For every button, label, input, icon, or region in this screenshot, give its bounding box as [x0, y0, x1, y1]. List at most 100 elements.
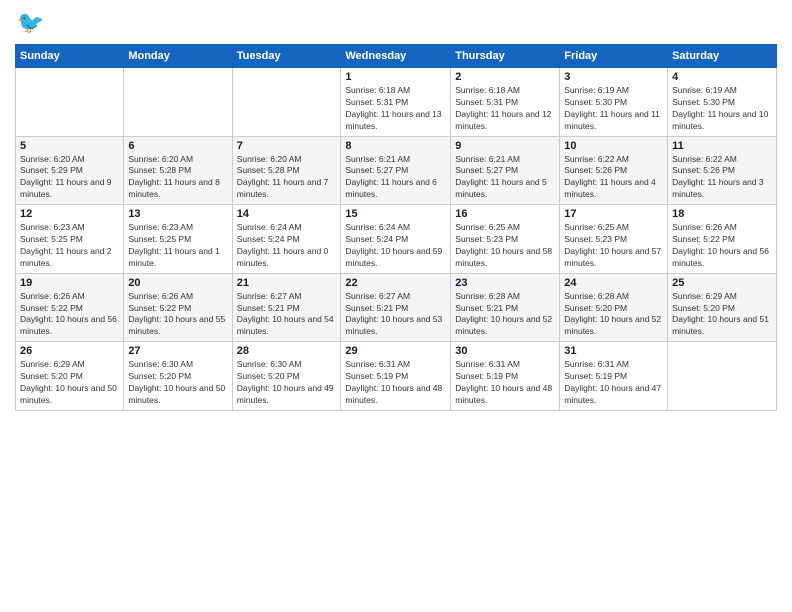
day-number: 1 — [345, 71, 446, 83]
calendar-cell — [124, 68, 232, 137]
calendar-cell: 21 Sunrise: 6:27 AM Sunset: 5:21 PM Dayli… — [232, 273, 341, 342]
day-number: 26 — [20, 345, 119, 357]
day-number: 14 — [237, 208, 337, 220]
day-info: Sunrise: 6:24 AM Sunset: 5:24 PM Dayligh… — [237, 222, 337, 270]
calendar-cell: 4Sunrise: 6:19 AM Sunset: 5:30 PM Daylig… — [668, 68, 777, 137]
calendar-cell: 9Sunrise: 6:21 AM Sunset: 5:27 PM Daylig… — [451, 136, 560, 205]
day-number: 13 — [128, 208, 227, 220]
day-number: 21 — [237, 277, 337, 289]
calendar-cell: 2 Sunrise: 6:18 AM Sunset: 5:31 PM Daylig… — [451, 68, 560, 137]
calendar-table: SundayMondayTuesdayWednesdayThursdayFrid… — [15, 44, 777, 411]
calendar-cell: 11 Sunrise: 6:22 AM Sunset: 5:26 PM Dayli… — [668, 136, 777, 205]
day-info: Sunrise: 6:20 AM Sunset: 5:29 PM Dayligh… — [20, 154, 119, 202]
day-number: 12 — [20, 208, 119, 220]
calendar-cell: 7 Sunrise: 6:20 AM Sunset: 5:28 PM Daylig… — [232, 136, 341, 205]
day-info: Sunrise: 6:23 AM Sunset: 5:25 PM Dayligh… — [20, 222, 119, 270]
calendar-cell: 22Sunrise: 6:27 AM Sunset: 5:21 PM Dayli… — [341, 273, 451, 342]
day-info: Sunrise: 6:31 AM Sunset: 5:19 PM Dayligh… — [564, 359, 663, 407]
calendar-cell: 3 Sunrise: 6:19 AM Sunset: 5:30 PM Daylig… — [560, 68, 668, 137]
day-number: 3 — [564, 71, 663, 83]
calendar-cell: 6 Sunrise: 6:20 AM Sunset: 5:28 PM Daylig… — [124, 136, 232, 205]
calendar-cell: 14 Sunrise: 6:24 AM Sunset: 5:24 PM Dayli… — [232, 205, 341, 274]
day-number: 7 — [237, 140, 337, 152]
day-number: 10 — [564, 140, 663, 152]
day-number: 19 — [20, 277, 119, 289]
calendar-week-row: 19 Sunrise: 6:26 AM Sunset: 5:22 PM Dayli… — [16, 273, 777, 342]
day-info: Sunrise: 6:26 AM Sunset: 5:22 PM Dayligh… — [128, 291, 227, 339]
calendar-week-row: 12 Sunrise: 6:23 AM Sunset: 5:25 PM Dayli… — [16, 205, 777, 274]
calendar-cell: 15 Sunrise: 6:24 AM Sunset: 5:24 PM Dayli… — [341, 205, 451, 274]
day-info: Sunrise: 6:23 AM Sunset: 5:25 PM Dayligh… — [128, 222, 227, 270]
calendar-week-row: 26 Sunrise: 6:29 AM Sunset: 5:20 PM Dayli… — [16, 342, 777, 411]
day-info: Sunrise: 6:20 AM Sunset: 5:28 PM Dayligh… — [237, 154, 337, 202]
day-number: 6 — [128, 140, 227, 152]
day-info: Sunrise: 6:30 AM Sunset: 5:20 PM Dayligh… — [237, 359, 337, 407]
day-info: Sunrise: 6:18 AM Sunset: 5:31 PM Dayligh… — [345, 85, 446, 133]
calendar-cell: 8 Sunrise: 6:21 AM Sunset: 5:27 PM Daylig… — [341, 136, 451, 205]
calendar-cell: 29 Sunrise: 6:31 AM Sunset: 5:19 PM Dayli… — [341, 342, 451, 411]
calendar-header-row: SundayMondayTuesdayWednesdayThursdayFrid… — [16, 45, 777, 68]
day-number: 30 — [455, 345, 555, 357]
day-number: 16 — [455, 208, 555, 220]
weekday-header: Monday — [124, 45, 232, 68]
calendar-cell — [232, 68, 341, 137]
day-number: 25 — [672, 277, 772, 289]
day-info: Sunrise: 6:28 AM Sunset: 5:21 PM Dayligh… — [455, 291, 555, 339]
day-number: 24 — [564, 277, 663, 289]
calendar-cell — [16, 68, 124, 137]
day-info: Sunrise: 6:25 AM Sunset: 5:23 PM Dayligh… — [455, 222, 555, 270]
weekday-header: Wednesday — [341, 45, 451, 68]
day-number: 22 — [345, 277, 446, 289]
calendar-cell: 13 Sunrise: 6:23 AM Sunset: 5:25 PM Dayli… — [124, 205, 232, 274]
calendar-cell: 24Sunrise: 6:28 AM Sunset: 5:20 PM Dayli… — [560, 273, 668, 342]
day-info: Sunrise: 6:27 AM Sunset: 5:21 PM Dayligh… — [237, 291, 337, 339]
calendar-cell: 12 Sunrise: 6:23 AM Sunset: 5:25 PM Dayli… — [16, 205, 124, 274]
day-number: 29 — [345, 345, 446, 357]
calendar-cell: 18 Sunrise: 6:26 AM Sunset: 5:22 PM Dayli… — [668, 205, 777, 274]
calendar-cell: 31 Sunrise: 6:31 AM Sunset: 5:19 PM Dayli… — [560, 342, 668, 411]
day-number: 2 — [455, 71, 555, 83]
day-number: 28 — [237, 345, 337, 357]
day-info: Sunrise: 6:22 AM Sunset: 5:26 PM Dayligh… — [672, 154, 772, 202]
day-number: 8 — [345, 140, 446, 152]
day-info: Sunrise: 6:24 AM Sunset: 5:24 PM Dayligh… — [345, 222, 446, 270]
day-info: Sunrise: 6:19 AM Sunset: 5:30 PM Dayligh… — [564, 85, 663, 133]
calendar-cell: 20 Sunrise: 6:26 AM Sunset: 5:22 PM Dayli… — [124, 273, 232, 342]
calendar-cell: 26 Sunrise: 6:29 AM Sunset: 5:20 PM Dayli… — [16, 342, 124, 411]
calendar-cell: 10Sunrise: 6:22 AM Sunset: 5:26 PM Dayli… — [560, 136, 668, 205]
day-info: Sunrise: 6:20 AM Sunset: 5:28 PM Dayligh… — [128, 154, 227, 202]
day-info: Sunrise: 6:26 AM Sunset: 5:22 PM Dayligh… — [672, 222, 772, 270]
day-number: 17 — [564, 208, 663, 220]
day-info: Sunrise: 6:21 AM Sunset: 5:27 PM Dayligh… — [455, 154, 555, 202]
day-number: 27 — [128, 345, 227, 357]
calendar-cell — [668, 342, 777, 411]
day-info: Sunrise: 6:21 AM Sunset: 5:27 PM Dayligh… — [345, 154, 446, 202]
day-number: 11 — [672, 140, 772, 152]
weekday-header: Friday — [560, 45, 668, 68]
calendar-cell: 17Sunrise: 6:25 AM Sunset: 5:23 PM Dayli… — [560, 205, 668, 274]
page-header: 🐦 — [15, 10, 777, 36]
day-info: Sunrise: 6:18 AM Sunset: 5:31 PM Dayligh… — [455, 85, 555, 133]
calendar-week-row: 1 Sunrise: 6:18 AM Sunset: 5:31 PM Daylig… — [16, 68, 777, 137]
weekday-header: Sunday — [16, 45, 124, 68]
day-number: 20 — [128, 277, 227, 289]
day-number: 15 — [345, 208, 446, 220]
calendar-cell: 30 Sunrise: 6:31 AM Sunset: 5:19 PM Dayli… — [451, 342, 560, 411]
calendar-cell: 28 Sunrise: 6:30 AM Sunset: 5:20 PM Dayli… — [232, 342, 341, 411]
calendar-cell: 27 Sunrise: 6:30 AM Sunset: 5:20 PM Dayli… — [124, 342, 232, 411]
day-info: Sunrise: 6:29 AM Sunset: 5:20 PM Dayligh… — [672, 291, 772, 339]
day-number: 31 — [564, 345, 663, 357]
calendar-cell: 25 Sunrise: 6:29 AM Sunset: 5:20 PM Dayli… — [668, 273, 777, 342]
day-info: Sunrise: 6:31 AM Sunset: 5:19 PM Dayligh… — [455, 359, 555, 407]
calendar-cell: 1 Sunrise: 6:18 AM Sunset: 5:31 PM Daylig… — [341, 68, 451, 137]
day-info: Sunrise: 6:29 AM Sunset: 5:20 PM Dayligh… — [20, 359, 119, 407]
calendar-cell: 16 Sunrise: 6:25 AM Sunset: 5:23 PM Dayli… — [451, 205, 560, 274]
calendar-cell: 19Sunrise: 6:26 AM Sunset: 5:22 PM Dayli… — [16, 273, 124, 342]
day-number: 23 — [455, 277, 555, 289]
weekday-header: Tuesday — [232, 45, 341, 68]
day-number: 18 — [672, 208, 772, 220]
day-info: Sunrise: 6:30 AM Sunset: 5:20 PM Dayligh… — [128, 359, 227, 407]
weekday-header: Saturday — [668, 45, 777, 68]
weekday-header: Thursday — [451, 45, 560, 68]
day-info: Sunrise: 6:31 AM Sunset: 5:19 PM Dayligh… — [345, 359, 446, 407]
